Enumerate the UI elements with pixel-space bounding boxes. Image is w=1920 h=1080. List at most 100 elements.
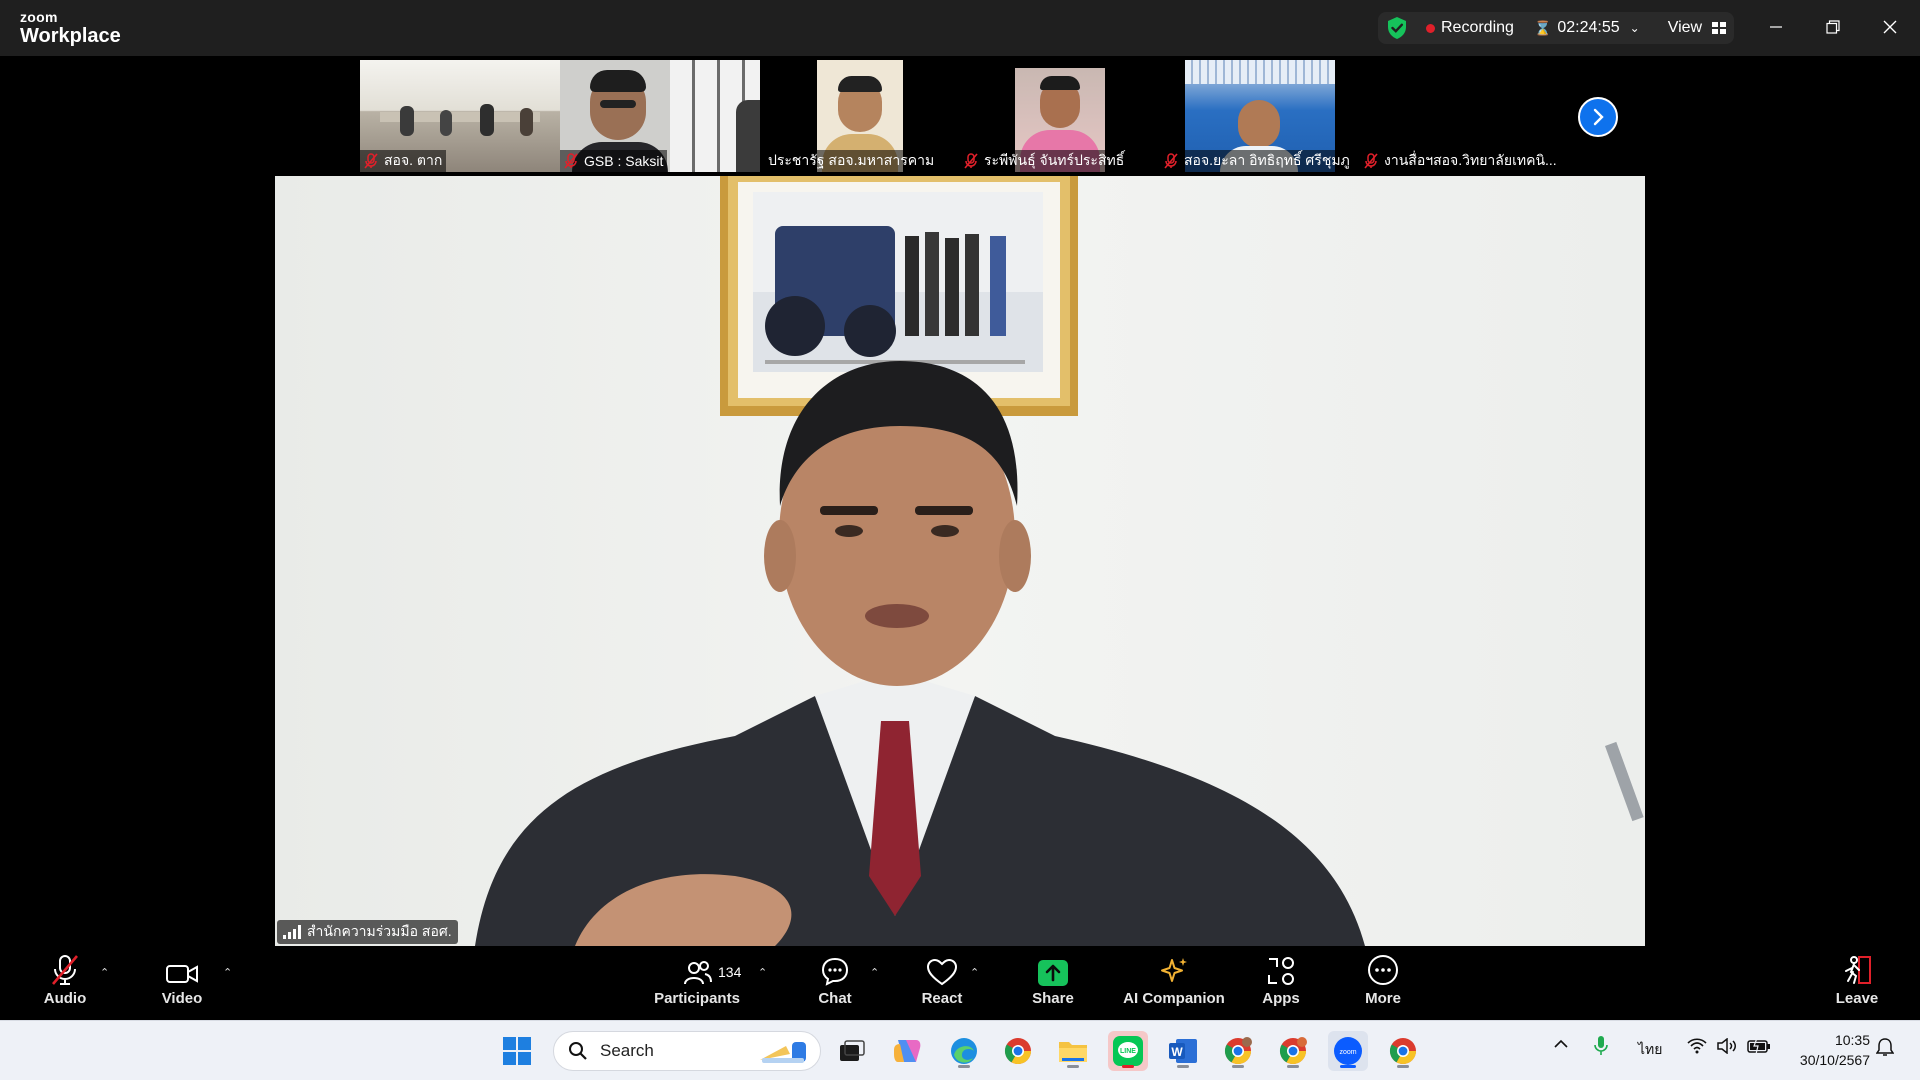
windows-taskbar: Search LINE W zoom ไทย 10:35 30/10/2567 [0,1020,1920,1080]
chrome-profile-icon[interactable] [1218,1031,1258,1071]
participant-name-label: GSB : Saksit [560,150,668,172]
audio-options-caret-icon[interactable]: ⌃ [100,966,109,979]
sparkle-icon [1161,958,1187,982]
participants-button[interactable]: Participants [652,946,742,1020]
view-label: View [1667,19,1703,36]
zoom-window: zoom Workplace Recording ⌛ 02:24:55 ⌄ Vi… [0,0,1920,1080]
participants-options-caret-icon[interactable]: ⌃ [758,966,767,979]
heart-icon [926,958,958,986]
running-indicator [1397,1065,1409,1068]
close-icon[interactable] [1875,14,1905,40]
running-indicator [1340,1065,1356,1068]
share-button[interactable]: Share [1028,946,1078,1020]
chat-button[interactable]: Chat [810,946,860,1020]
leave-door-icon [1845,956,1871,984]
running-indicator [1232,1065,1244,1068]
participant-name-label: งานสื่อฯสอจ.วิทยาลัยเทคนิ... [1360,150,1560,172]
participant-name-label: สอจ. ตาก [360,150,447,172]
video-button[interactable]: Video [152,946,212,1020]
chat-options-caret-icon[interactable]: ⌃ [870,966,879,979]
search-placeholder: Search [600,1041,654,1060]
battery-icon[interactable] [1747,1037,1771,1057]
chevron-up-icon[interactable] [1553,1037,1569,1053]
chevron-down-icon[interactable]: ⌄ [1630,21,1640,35]
windows-start-icon[interactable] [497,1031,537,1071]
word-icon[interactable]: W [1163,1031,1203,1071]
clock-time: 10:35 [1834,1032,1870,1048]
running-indicator [1067,1065,1079,1068]
line-app-icon[interactable]: LINE [1108,1031,1148,1071]
running-indicator [958,1065,970,1068]
microphone-icon[interactable] [1594,1035,1608,1060]
participant-tile[interactable]: GSB : Saksit [560,60,760,172]
taskbar-search-input[interactable]: Search [553,1031,821,1071]
copilot-icon[interactable] [887,1031,927,1071]
recording-label[interactable]: Recording [1441,19,1514,37]
hourglass-icon: ⌛ [1533,19,1552,36]
app-logo: zoom Workplace [20,10,121,46]
more-button[interactable]: More [1358,946,1408,1020]
mic-muted-icon [964,153,978,169]
next-page-button[interactable] [1578,97,1618,137]
participants-icon [684,961,712,985]
view-button[interactable]: View [1667,19,1727,37]
file-explorer-icon[interactable] [1053,1031,1093,1071]
leave-button[interactable]: Leave [1832,946,1882,1020]
speaker-volume-icon[interactable] [1717,1037,1739,1057]
meeting-toolbar: Audio ⌃ Video ⌃ Participants 134 ⌃ Chat … [0,946,1920,1020]
mic-muted-icon [364,153,378,169]
mic-muted-icon [1364,153,1378,169]
security-shield-icon[interactable] [1386,16,1408,40]
chat-bubble-icon [821,957,849,986]
active-speaker-video: สำนักความร่วมมือ สอศ. [275,176,1645,946]
chrome-icon[interactable] [998,1031,1038,1071]
wifi-icon[interactable] [1687,1038,1707,1057]
camera-icon [166,965,198,983]
apps-icon [1268,957,1294,985]
elapsed-time: 02:24:55 [1557,19,1620,36]
audio-button[interactable]: Audio [36,946,94,1020]
video-options-caret-icon[interactable]: ⌃ [223,966,232,979]
participant-name-label: ประชารัฐ สอจ.มหาสารคาม [764,150,939,172]
taskbar-clock[interactable]: 10:35 30/10/2567 [1784,1030,1870,1070]
speaker-video-frame [475,176,1644,946]
ai-companion-button[interactable]: AI Companion [1118,946,1230,1020]
running-indicator [1177,1065,1189,1068]
react-options-caret-icon[interactable]: ⌃ [970,966,979,979]
react-button[interactable]: React [916,946,968,1020]
participant-tile[interactable]: ประชารัฐ สอจ.มหาสารคาม [760,60,960,172]
zoom-app-icon[interactable]: zoom [1328,1031,1368,1071]
participant-tile[interactable]: งานสื่อฯสอจ.วิทยาลัยเทคนิ... [1360,60,1560,172]
grid-icon [1712,22,1727,34]
chevron-right-icon [1593,108,1604,126]
input-language[interactable]: ไทย [1638,1039,1662,1061]
recording-dot-icon [1426,23,1435,33]
search-icon [569,1042,587,1060]
brand-small: zoom [20,9,58,25]
participant-strip: สอจ. ตาก GSB : Saksit ประชารัฐ สอจ.มหาสา… [360,60,1560,172]
minimize-icon[interactable] [1761,14,1791,40]
share-screen-icon [1038,960,1068,986]
chrome-icon[interactable] [1383,1031,1423,1071]
edge-browser-icon[interactable] [944,1031,984,1071]
svg-text:W: W [1171,1045,1183,1059]
mic-muted-icon [52,955,78,985]
participant-name-label: สอจ.ยะลา อิทธิฤทธิ์ ศรีชุมภู [1160,150,1354,172]
mic-muted-icon [1164,153,1178,169]
svg-text:LINE: LINE [1120,1048,1136,1055]
participant-tile[interactable]: ระพีพันธุ์ จันทร์ประสิทธิ์ [960,60,1160,172]
notification-bell-icon[interactable] [1875,1037,1895,1060]
participant-tile[interactable]: สอจ. ตาก [360,60,560,172]
running-indicator [1122,1065,1134,1068]
restore-icon[interactable] [1818,14,1848,40]
task-view-icon[interactable] [832,1031,872,1071]
apps-button[interactable]: Apps [1256,946,1306,1020]
search-highlight-icon [760,1042,806,1063]
chrome-profile-icon[interactable] [1273,1031,1313,1071]
running-indicator [1287,1065,1299,1068]
participant-count: 134 [718,964,742,980]
speaker-name-label: สำนักความร่วมมือ สอศ. [277,920,458,944]
participant-name-label: ระพีพันธุ์ จันทร์ประสิทธิ์ [960,150,1129,172]
participant-tile[interactable]: สอจ.ยะลา อิทธิฤทธิ์ ศรีชุมภู [1160,60,1360,172]
meeting-status: Recording ⌛ 02:24:55 ⌄ View [1378,12,1735,44]
